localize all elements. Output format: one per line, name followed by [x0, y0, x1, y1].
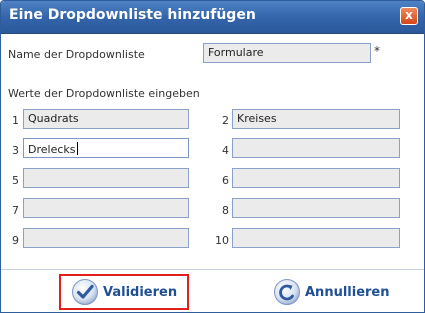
entry-input-10[interactable]: [232, 228, 400, 248]
undo-icon: [274, 279, 300, 305]
checkmark-icon: [72, 279, 98, 305]
entry-number: 5: [12, 174, 19, 187]
entry-input-3[interactable]: Drelecks: [23, 138, 189, 158]
entry-number: 1: [12, 114, 19, 127]
entry-input-4[interactable]: [232, 138, 400, 158]
validate-button[interactable]: Validieren: [59, 274, 189, 310]
entry-input-5[interactable]: [23, 168, 189, 188]
entry-number: 2: [222, 114, 229, 127]
entry-number: 4: [222, 144, 229, 157]
entry-input-2[interactable]: Kreises: [232, 109, 400, 129]
entry-number: 10: [215, 234, 229, 247]
entry-input-9[interactable]: [23, 228, 189, 248]
entry-number: 6: [222, 174, 229, 187]
entry-input-8[interactable]: [232, 198, 400, 218]
values-section-label: Werte der Dropdownliste eingeben: [8, 87, 200, 100]
dropdown-name-input[interactable]: Formulare: [203, 43, 371, 63]
entry-number: 8: [222, 204, 229, 217]
close-button[interactable]: x: [400, 7, 418, 25]
entry-input-1[interactable]: Quadrats: [23, 109, 189, 129]
required-mark: *: [374, 44, 380, 58]
dialog-title: Eine Dropdownliste hinzufügen: [9, 7, 256, 23]
entry-number: 9: [12, 234, 19, 247]
text-caret: [76, 142, 78, 155]
entry-input-7[interactable]: [23, 198, 189, 218]
entry-input-3-text: Drelecks: [28, 143, 76, 156]
entry-number: 3: [12, 144, 19, 157]
cancel-button[interactable]: Annullieren: [271, 274, 396, 310]
dialog-titlebar: Eine Dropdownliste hinzufügen x: [1, 1, 424, 34]
dropdown-name-label: Name der Dropdownliste: [8, 48, 145, 61]
add-dropdown-dialog: Eine Dropdownliste hinzufügen x Name der…: [0, 0, 425, 313]
entry-number: 7: [12, 204, 19, 217]
entry-input-6[interactable]: [232, 168, 400, 188]
cancel-button-label: Annullieren: [305, 284, 390, 300]
validate-button-label: Validieren: [103, 284, 178, 300]
